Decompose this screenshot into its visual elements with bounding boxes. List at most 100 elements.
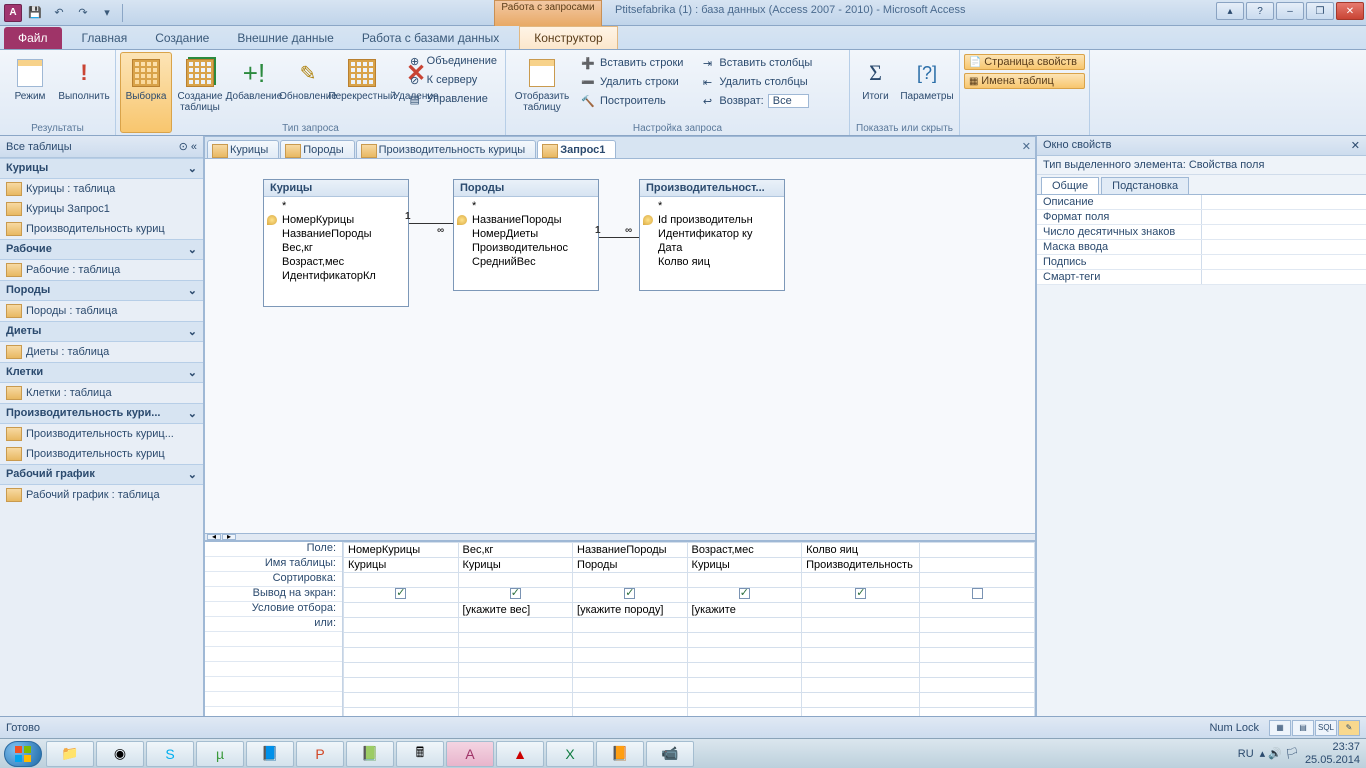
- prop-value[interactable]: [1202, 240, 1366, 254]
- union-button[interactable]: ⊕Объединение: [403, 52, 501, 70]
- grid-cell[interactable]: [802, 588, 920, 603]
- taskbar-skype[interactable]: S: [146, 741, 194, 767]
- tab-create[interactable]: Создание: [141, 27, 223, 49]
- propsheet-toggle[interactable]: 📄 Страница свойств: [964, 54, 1085, 70]
- taskbar-app1[interactable]: 📘: [246, 741, 294, 767]
- nav-item[interactable]: Породы : таблица: [0, 301, 203, 321]
- nav-group-header[interactable]: Рабочий график⌄: [0, 464, 203, 485]
- object-tab[interactable]: Породы: [280, 140, 354, 158]
- insert-rows[interactable]: ➕Вставить строки: [576, 54, 687, 72]
- table-field[interactable]: ИдентификаторКл: [264, 269, 408, 283]
- grid-cell[interactable]: Курицы: [458, 558, 573, 573]
- showtable-button[interactable]: Отобразить таблицу: [510, 52, 574, 133]
- table-field[interactable]: НазваниеПороды: [454, 213, 598, 227]
- append-button[interactable]: +!Добавление: [228, 52, 280, 133]
- grid-cell[interactable]: [344, 603, 459, 618]
- view-switcher[interactable]: ▦▤SQL✎: [1269, 720, 1360, 736]
- run-button[interactable]: !Выполнить: [58, 52, 110, 133]
- object-tab[interactable]: Курицы: [207, 140, 279, 158]
- grid-cell[interactable]: Вес,кг: [458, 543, 573, 558]
- object-tab[interactable]: Производительность курицы: [356, 140, 537, 158]
- prop-tab-general[interactable]: Общие: [1041, 177, 1099, 194]
- table-proizvod[interactable]: Производительност... *Id производительнИ…: [639, 179, 785, 291]
- nav-item[interactable]: Клетки : таблица: [0, 383, 203, 403]
- table-field[interactable]: Дата: [640, 241, 784, 255]
- update-button[interactable]: ✎Обновление: [282, 52, 334, 133]
- mdi-restore[interactable]: ❐: [1306, 2, 1334, 20]
- ribbon-minimize[interactable]: ▴: [1216, 2, 1244, 20]
- taskbar-app3[interactable]: 📙: [596, 741, 644, 767]
- nav-group-header[interactable]: Рабочие⌄: [0, 239, 203, 260]
- nav-title[interactable]: Все таблицы⊙ «: [0, 136, 203, 158]
- prop-tab-lookup[interactable]: Подстановка: [1101, 177, 1189, 194]
- tray-icons[interactable]: ▴ 🔊 🏳: [1260, 747, 1299, 760]
- tablenames-toggle[interactable]: ▦ Имена таблиц: [964, 73, 1085, 89]
- table-field[interactable]: НомерКурицы: [264, 213, 408, 227]
- passthrough-button[interactable]: ⊘К серверу: [403, 71, 501, 89]
- taskbar-camera[interactable]: 📹: [646, 741, 694, 767]
- grid-cell[interactable]: Колво яиц: [802, 543, 920, 558]
- grid-cell[interactable]: [573, 588, 688, 603]
- grid-cell[interactable]: [укажите породу]: [573, 603, 688, 618]
- qat-undo[interactable]: ↶: [48, 3, 70, 23]
- table-field[interactable]: *: [454, 199, 598, 213]
- nav-item[interactable]: Курицы Запрос1: [0, 199, 203, 219]
- table-field[interactable]: *: [264, 199, 408, 213]
- close-tab-icon[interactable]: ✕: [1022, 140, 1031, 153]
- taskbar-access[interactable]: A: [446, 741, 494, 767]
- nav-group-header[interactable]: Клетки⌄: [0, 362, 203, 383]
- nav-item[interactable]: Диеты : таблица: [0, 342, 203, 362]
- return-combo[interactable]: ↩Возврат: Все: [695, 92, 816, 110]
- table-field[interactable]: НазваниеПороды: [264, 227, 408, 241]
- grid-cell[interactable]: Курицы: [687, 558, 802, 573]
- query-grid[interactable]: Поле:Имя таблицы:Сортировка:Вывод на экр…: [205, 541, 1035, 741]
- grid-cell[interactable]: Возраст,мес: [687, 543, 802, 558]
- nav-group-header[interactable]: Диеты⌄: [0, 321, 203, 342]
- tab-home[interactable]: Главная: [68, 27, 142, 49]
- grid-cell[interactable]: [920, 603, 1035, 618]
- totals-button[interactable]: ΣИтоги: [854, 52, 897, 133]
- grid-cell[interactable]: [920, 543, 1035, 558]
- grid-cell[interactable]: [укажите вес]: [458, 603, 573, 618]
- mdi-minimize[interactable]: –: [1276, 2, 1304, 20]
- table-field[interactable]: *: [640, 199, 784, 213]
- grid-cell[interactable]: [920, 618, 1035, 633]
- prop-value[interactable]: [1202, 210, 1366, 224]
- delete-cols[interactable]: ⇤Удалить столбцы: [695, 73, 816, 91]
- crosstab-button[interactable]: Перекрестный: [336, 52, 388, 133]
- grid-cell[interactable]: [802, 618, 920, 633]
- taskbar-excel[interactable]: X: [546, 741, 594, 767]
- grid-cell[interactable]: [458, 618, 573, 633]
- nav-item[interactable]: Производительность куриц: [0, 444, 203, 464]
- grid-cell[interactable]: [802, 603, 920, 618]
- taskbar-app2[interactable]: 📗: [346, 741, 394, 767]
- delete-rows[interactable]: ➖Удалить строки: [576, 73, 687, 91]
- table-field[interactable]: Возраст,мес: [264, 255, 408, 269]
- params-button[interactable]: [?]Параметры: [899, 52, 955, 133]
- table-field[interactable]: Колво яиц: [640, 255, 784, 269]
- maketable-button[interactable]: Создание таблицы: [174, 52, 226, 133]
- view-button[interactable]: Режим: [4, 52, 56, 133]
- prop-value[interactable]: [1202, 195, 1366, 209]
- table-field[interactable]: НомерДиеты: [454, 227, 598, 241]
- splitter[interactable]: ◂▸: [205, 533, 1035, 541]
- nav-item[interactable]: Рабочий график : таблица: [0, 485, 203, 505]
- taskbar-calc[interactable]: 🖩: [396, 741, 444, 767]
- qat-more[interactable]: ▾: [96, 3, 118, 23]
- table-field[interactable]: СреднийВес: [454, 255, 598, 269]
- taskbar-utorrent[interactable]: µ: [196, 741, 244, 767]
- select-query-button[interactable]: Выборка: [120, 52, 172, 133]
- tray-lang[interactable]: RU: [1238, 748, 1254, 760]
- nav-item[interactable]: Рабочие : таблица: [0, 260, 203, 280]
- grid-cell[interactable]: [573, 618, 688, 633]
- grid-cell[interactable]: [920, 588, 1035, 603]
- tab-design[interactable]: Конструктор: [519, 26, 617, 49]
- grid-cell[interactable]: Породы: [573, 558, 688, 573]
- grid-cell[interactable]: [344, 618, 459, 633]
- table-field[interactable]: Производительнос: [454, 241, 598, 255]
- table-field[interactable]: Id производительн: [640, 213, 784, 227]
- qat-redo[interactable]: ↷: [72, 3, 94, 23]
- table-kuritsy[interactable]: Курицы *НомерКурицыНазваниеПородыВес,кгВ…: [263, 179, 409, 307]
- grid-cell[interactable]: [укажите: [687, 603, 802, 618]
- nav-group-header[interactable]: Породы⌄: [0, 280, 203, 301]
